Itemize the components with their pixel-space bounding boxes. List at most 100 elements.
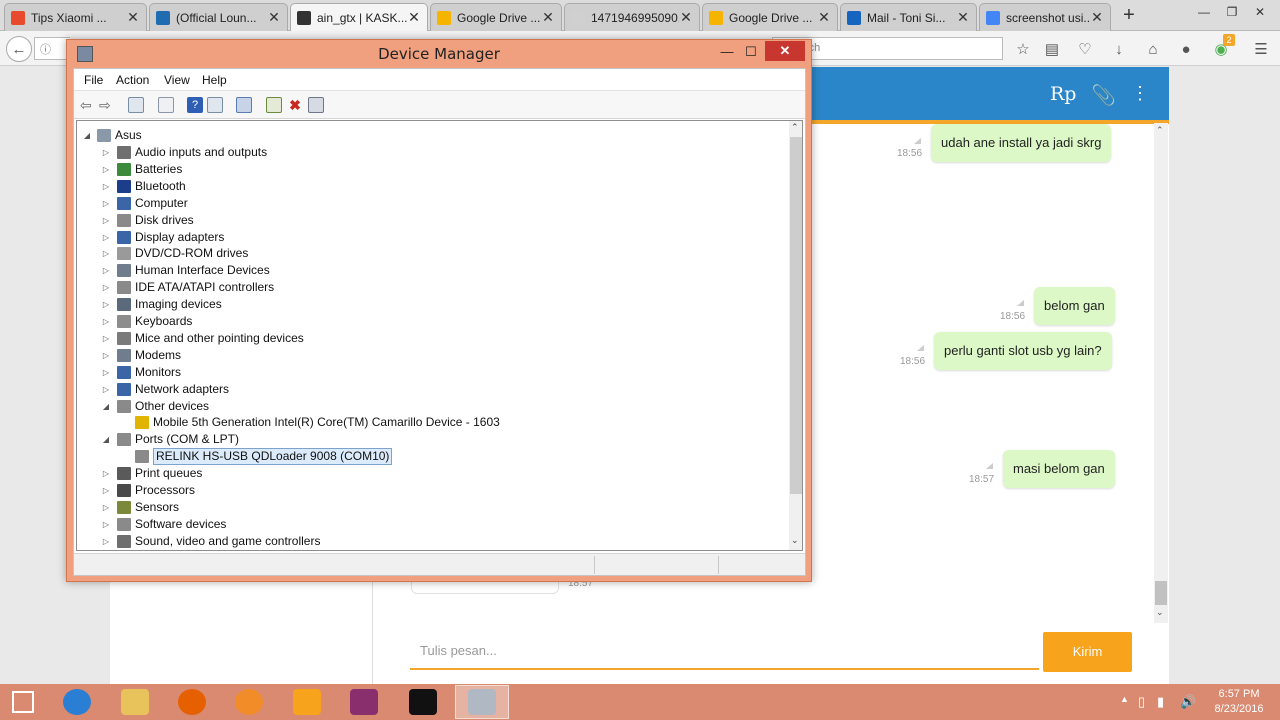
scroll-up-icon[interactable]: ⌃: [1156, 125, 1164, 136]
close-tab-icon[interactable]: ✕: [817, 9, 831, 26]
browser-tab[interactable]: 1471946995090.jp...✕: [564, 3, 700, 31]
download-icon[interactable]: ↓: [1108, 38, 1130, 60]
bookmark-star-icon[interactable]: ☆: [1012, 38, 1034, 60]
expand-arrow-icon[interactable]: ▷: [101, 245, 111, 262]
tree-category-item[interactable]: Computer: [135, 195, 188, 212]
expand-arrow-icon[interactable]: ▷: [101, 313, 111, 330]
taskbar-app-button[interactable]: [222, 685, 276, 719]
scan-hardware-icon[interactable]: [236, 97, 252, 113]
reading-list-icon[interactable]: ▤: [1041, 38, 1063, 60]
expand-arrow-icon[interactable]: ▷: [101, 296, 111, 313]
tree-scroll-up-icon[interactable]: ⌃: [791, 122, 799, 133]
volume-icon[interactable]: 🔊: [1180, 694, 1196, 710]
expand-arrow-icon[interactable]: ▷: [101, 178, 111, 195]
tree-category-item[interactable]: Imaging devices: [135, 296, 222, 313]
scroll-down-icon[interactable]: ⌄: [1156, 607, 1164, 618]
tree-category-item[interactable]: Keyboards: [135, 313, 192, 330]
close-browser-button[interactable]: ✕: [1246, 2, 1274, 22]
expand-arrow-icon[interactable]: ▷: [101, 144, 111, 161]
browser-tab[interactable]: screenshot usi... ✕: [979, 3, 1111, 31]
close-tab-icon[interactable]: ✕: [126, 9, 140, 26]
close-tab-icon[interactable]: ✕: [541, 9, 555, 26]
close-tab-icon[interactable]: ✕: [1090, 9, 1104, 26]
tree-category-item[interactable]: Modems: [135, 347, 181, 364]
chat-scroll-thumb[interactable]: [1155, 581, 1167, 605]
tree-category-item[interactable]: Ports (COM & LPT): [135, 431, 239, 448]
browser-tab[interactable]: Mail - Toni Si... ✕: [840, 3, 977, 31]
tree-category-item[interactable]: Other devices: [135, 398, 209, 415]
tree-category-item[interactable]: Mice and other pointing devices: [135, 330, 304, 347]
taskbar-app-button[interactable]: [396, 685, 450, 719]
taskbar-app-button[interactable]: [455, 685, 509, 719]
expand-arrow-icon[interactable]: ▷: [101, 482, 111, 499]
collapse-arrow-icon[interactable]: ◢: [101, 431, 111, 448]
close-window-button[interactable]: ✕: [765, 41, 805, 61]
tree-category-item[interactable]: Sensors: [135, 499, 179, 516]
tree-category-item[interactable]: Print queues: [135, 465, 202, 482]
browser-tab[interactable]: ain_gtx | KASK... ✕: [290, 3, 428, 31]
collapse-arrow-icon[interactable]: ◢: [82, 127, 92, 144]
url-bar[interactable]: ⓘ: [34, 37, 70, 60]
maximize-window-button[interactable]: ☐: [741, 42, 761, 62]
signal-icon[interactable]: ▮: [1157, 694, 1164, 710]
help-icon[interactable]: ?: [187, 97, 203, 113]
expand-arrow-icon[interactable]: ▷: [101, 347, 111, 364]
message-input[interactable]: Tulis pesan...: [410, 632, 1039, 670]
expand-arrow-icon[interactable]: ▷: [101, 381, 111, 398]
tree-category-item[interactable]: Processors: [135, 482, 195, 499]
close-tab-icon[interactable]: ✕: [679, 9, 693, 26]
tray-arrow-icon[interactable]: ▲: [1120, 694, 1129, 704]
update-driver-icon[interactable]: [266, 97, 282, 113]
home-icon[interactable]: ⌂: [1142, 38, 1164, 60]
expand-arrow-icon[interactable]: ▷: [101, 499, 111, 516]
start-button[interactable]: [0, 685, 46, 719]
taskbar-app-button[interactable]: [108, 685, 162, 719]
menu-view[interactable]: View: [164, 73, 190, 87]
tree-scroll-down-icon[interactable]: ⌄: [791, 535, 799, 546]
tree-device-item[interactable]: RELINK HS-USB QDLoader 9008 (COM10): [153, 448, 393, 465]
back-arrow-icon[interactable]: ←: [6, 36, 32, 62]
expand-arrow-icon[interactable]: ▷: [101, 330, 111, 347]
menu-action[interactable]: Action: [116, 73, 149, 87]
paperclip-icon[interactable]: 📎: [1091, 83, 1116, 107]
close-tab-icon[interactable]: ✕: [956, 9, 970, 26]
taskbar-clock[interactable]: 6:57 PM 8/23/2016: [1206, 687, 1272, 717]
expand-arrow-icon[interactable]: ▷: [101, 533, 111, 550]
site-info-icon[interactable]: ⓘ: [40, 41, 51, 57]
expand-arrow-icon[interactable]: ▷: [101, 279, 111, 296]
uninstall-device-icon[interactable]: ✖: [287, 97, 303, 113]
browser-tab[interactable]: (Official Loun... ✕: [149, 3, 288, 31]
minimize-browser-button[interactable]: —: [1190, 2, 1218, 22]
device-tree[interactable]: ◢ Asus ▷ Audio inputs and outputs ▷ Batteri…: [76, 120, 803, 551]
browser-tab[interactable]: Tips Xiaomi ... ✕: [4, 3, 147, 31]
tree-category-item[interactable]: Storage controllers: [135, 550, 236, 551]
taskbar-app-button[interactable]: [280, 685, 334, 719]
show-hide-tree-icon[interactable]: [128, 97, 144, 113]
minimize-window-button[interactable]: —: [717, 42, 737, 62]
chat-bubble-icon[interactable]: ●: [1175, 38, 1197, 60]
expand-arrow-icon[interactable]: ▷: [101, 229, 111, 246]
tree-category-item[interactable]: Sound, video and game controllers: [135, 533, 320, 550]
pocket-icon[interactable]: ♡: [1074, 38, 1096, 60]
expand-arrow-icon[interactable]: ▷: [101, 161, 111, 178]
restore-browser-button[interactable]: ❐: [1218, 2, 1246, 22]
properties-icon[interactable]: [158, 97, 174, 113]
close-tab-icon[interactable]: ✕: [407, 9, 421, 26]
chat-scrollbar[interactable]: ⌃ ⌄: [1154, 123, 1168, 623]
tree-category-item[interactable]: Network adapters: [135, 381, 229, 398]
hamburger-menu-icon[interactable]: ☰: [1250, 38, 1272, 60]
expand-arrow-icon[interactable]: ▷: [101, 550, 111, 551]
taskbar-app-button[interactable]: [337, 685, 391, 719]
send-button[interactable]: Kirim: [1043, 632, 1132, 672]
more-vert-icon[interactable]: ⋮: [1131, 83, 1149, 104]
browser-tab[interactable]: Google Drive ... ✕: [702, 3, 838, 31]
collapse-arrow-icon[interactable]: ◢: [101, 398, 111, 415]
tree-category-item[interactable]: DVD/CD-ROM drives: [135, 245, 248, 262]
tree-device-item[interactable]: Mobile 5th Generation Intel(R) Core(TM) …: [153, 414, 500, 431]
tree-category-item[interactable]: Bluetooth: [135, 178, 186, 195]
tree-category-item[interactable]: IDE ATA/ATAPI controllers: [135, 279, 274, 296]
tree-root-asus[interactable]: Asus: [115, 127, 142, 144]
tree-category-item[interactable]: Monitors: [135, 364, 181, 381]
browser-tab[interactable]: Google Drive ... ✕: [430, 3, 562, 31]
tree-category-item[interactable]: Human Interface Devices: [135, 262, 270, 279]
